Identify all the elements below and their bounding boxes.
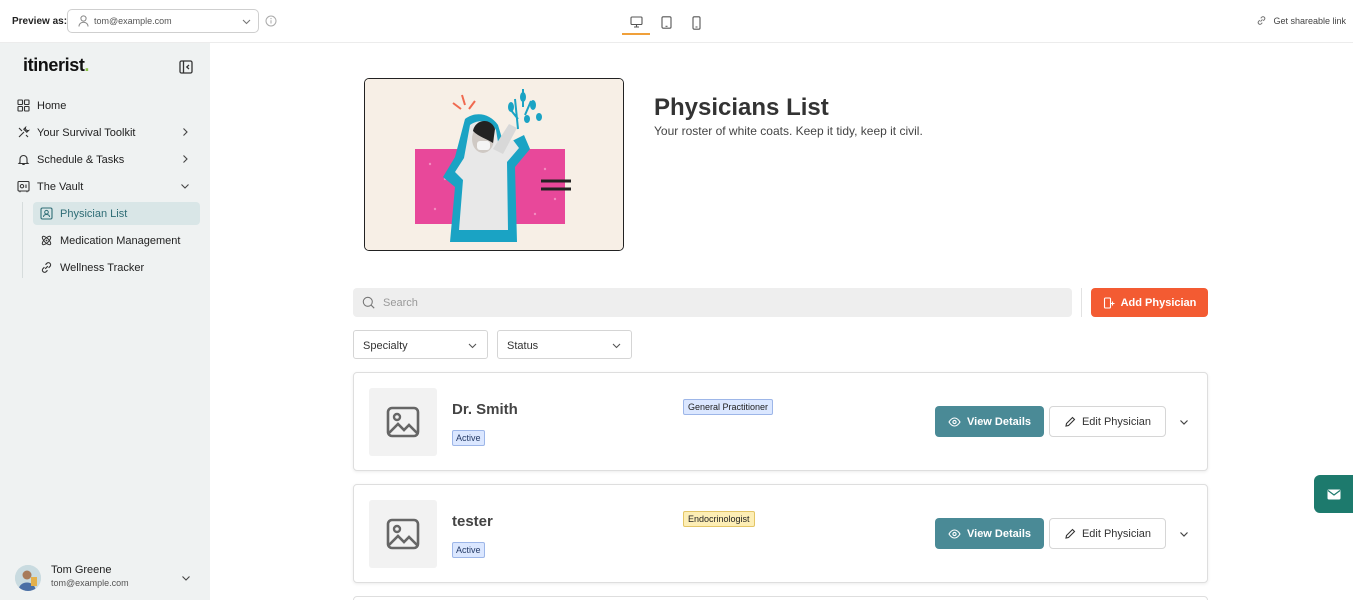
edit-physician-button[interactable]: Edit Physician (1049, 406, 1166, 437)
eye-icon (948, 416, 961, 427)
status-badge: Active (452, 542, 485, 558)
physician-card: Dr. Smith Active General Practitioner Vi… (353, 372, 1208, 471)
link-icon (38, 260, 54, 276)
view-details-button[interactable]: View Details (935, 518, 1044, 549)
chevron-down-icon (468, 343, 477, 349)
image-icon (386, 406, 420, 438)
chevron-down-icon (612, 343, 621, 349)
mobile-view-button[interactable] (682, 10, 710, 35)
mobile-icon (691, 15, 701, 30)
sidebar-item-label: Wellness Tracker (60, 261, 145, 274)
preview-user-value: tom@example.com (94, 16, 172, 26)
physician-photo-placeholder (369, 388, 437, 456)
grid-icon (15, 98, 31, 114)
chevron-right-icon (183, 128, 188, 136)
preview-as-label: Preview as: (12, 16, 68, 27)
status-badge: Active (452, 430, 485, 446)
sidebar: itinerist. Home Your Survival Toolkit Sc… (0, 43, 210, 600)
atom-icon (38, 233, 54, 249)
user-icon (78, 15, 89, 27)
chevron-down-icon[interactable] (1178, 528, 1190, 540)
eye-icon (948, 528, 961, 539)
chevron-down-icon[interactable] (1178, 416, 1190, 428)
top-bar: Preview as: tom@example.com Get shareabl… (0, 0, 1353, 43)
sidebar-item-schedule-tasks[interactable]: Schedule & Tasks (10, 148, 200, 171)
chevron-right-icon (183, 155, 188, 163)
desktop-view-button[interactable] (622, 10, 650, 35)
edit-physician-button[interactable]: Edit Physician (1049, 518, 1166, 549)
search-bar[interactable] (353, 288, 1072, 317)
tablet-view-button[interactable] (652, 10, 680, 35)
mail-icon (1327, 489, 1340, 499)
tools-icon (15, 125, 31, 141)
page-title: Physicians List (654, 94, 829, 121)
edit-physician-label: Edit Physician (1081, 527, 1152, 540)
sidebar-item-the-vault[interactable]: The Vault (10, 175, 200, 198)
pencil-icon (1065, 528, 1076, 539)
hero-illustration (364, 78, 624, 251)
view-details-label: View Details (967, 527, 1031, 540)
physician-card: tester Active Endocrinologist View Detai… (353, 484, 1208, 583)
view-details-label: View Details (967, 415, 1031, 428)
sidebar-item-label: Schedule & Tasks (37, 153, 125, 166)
sidebar-item-survival-toolkit[interactable]: Your Survival Toolkit (10, 121, 200, 144)
logo-dot: . (84, 55, 90, 75)
desktop-icon (629, 15, 643, 28)
add-physician-button[interactable]: Add Physician (1091, 288, 1208, 317)
physician-card (353, 596, 1208, 600)
user-profile-menu[interactable]: Tom Greene tom@example.com (15, 561, 200, 593)
image-icon (386, 518, 420, 550)
pencil-icon (1065, 416, 1076, 427)
sidebar-item-physician-list[interactable]: Physician List (33, 202, 200, 225)
sidebar-item-label: The Vault (37, 180, 84, 193)
sidebar-item-label: Your Survival Toolkit (37, 126, 136, 139)
preview-user-select[interactable]: tom@example.com (67, 9, 259, 33)
status-filter[interactable]: Status (497, 330, 632, 359)
sidebar-item-medication-management[interactable]: Medication Management (33, 229, 200, 252)
logo-text: itinerist (23, 55, 85, 75)
chevron-down-icon (181, 184, 189, 189)
avatar (15, 565, 41, 591)
search-input[interactable] (383, 294, 983, 311)
physician-name: Dr. Smith (452, 401, 518, 418)
sidebar-item-label: Home (37, 99, 67, 112)
chevron-down-icon (242, 19, 251, 25)
search-icon (362, 296, 375, 309)
physician-name: tester (452, 513, 493, 530)
share-link-label: Get shareable link (1273, 15, 1346, 26)
edit-physician-label: Edit Physician (1081, 415, 1152, 428)
specialty-badge: General Practitioner (683, 399, 774, 415)
page-subtitle: Your roster of white coats. Keep it tidy… (654, 124, 923, 138)
add-physician-label: Add Physician (1120, 296, 1197, 309)
user-name: Tom Greene (51, 564, 112, 576)
status-filter-label: Status (507, 340, 539, 352)
chevron-down-icon (182, 576, 190, 581)
vault-icon (15, 179, 31, 195)
specialty-badge: Endocrinologist (683, 511, 755, 527)
sidebar-item-label: Physician List (60, 207, 128, 220)
specialty-filter-label: Specialty (363, 340, 408, 352)
share-link-button[interactable]: Get shareable link (1256, 15, 1346, 26)
view-details-button[interactable]: View Details (935, 406, 1044, 437)
specialty-filter[interactable]: Specialty (353, 330, 488, 359)
tablet-icon (660, 16, 672, 29)
sidebar-item-label: Medication Management (60, 234, 181, 247)
sidebar-item-home[interactable]: Home (10, 94, 200, 117)
link-icon (1258, 16, 1266, 25)
user-email: tom@example.com (51, 578, 129, 588)
divider (1081, 288, 1082, 317)
id-card-icon (38, 206, 54, 222)
physician-photo-placeholder (369, 500, 437, 568)
submenu-divider (22, 202, 23, 278)
app-logo[interactable]: itinerist. (23, 55, 89, 76)
add-user-icon (1103, 296, 1115, 309)
sidebar-item-wellness-tracker[interactable]: Wellness Tracker (33, 256, 200, 279)
info-icon[interactable] (265, 15, 277, 27)
collapse-sidebar-icon[interactable] (179, 60, 193, 74)
contact-mail-button[interactable] (1314, 475, 1353, 513)
bell-icon (15, 152, 31, 168)
